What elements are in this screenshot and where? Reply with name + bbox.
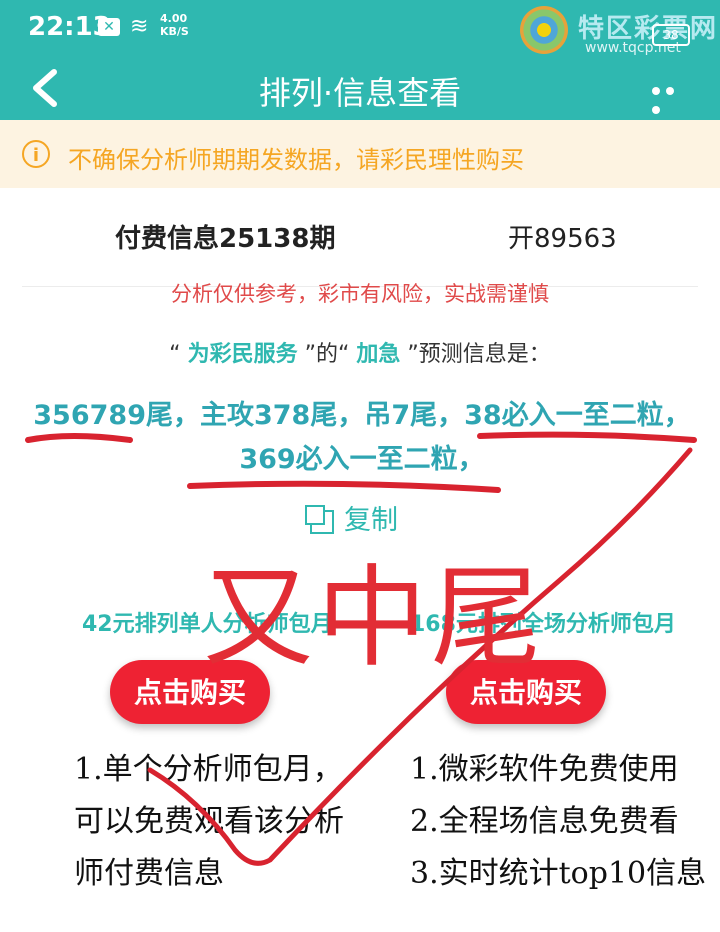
feature-item: 1.微彩软件免费使用 <box>410 752 679 787</box>
info-circle-icon: i <box>22 140 50 168</box>
predict-middle: ”的“ <box>304 342 350 367</box>
feature-item: 2.全程场信息免费看 <box>410 804 679 839</box>
feature-item: 师付费信息 <box>74 856 224 891</box>
analyst-name: 为彩民服务 <box>187 342 298 367</box>
period-label: 付费信息25138期 <box>115 224 336 254</box>
prediction-intro: “ 为彩民服务 ”的“ 加急 ”预测信息是： <box>0 336 720 368</box>
watermark-logo <box>520 6 568 54</box>
handwritten-annotation: 又中尾 <box>203 554 545 682</box>
notice-banner: i 不确保分析师期期发数据，请彩民理性购买 <box>0 120 720 188</box>
feature-item: 1.单个分析师包月， <box>74 752 343 787</box>
quote-open: “ <box>169 342 181 367</box>
feature-list-all: 1.微彩软件免费使用 2.全程场信息免费看 3.实时统计top10信息 <box>410 744 706 900</box>
urgent-tag: 加急 <box>356 342 401 367</box>
feature-item: 可以免费观看该分析 <box>74 804 344 839</box>
predict-suffix: ”预测信息是： <box>407 342 551 367</box>
page-title: 排列·信息查看 <box>258 74 462 112</box>
network-speed: 4.00 KB/S <box>160 12 189 38</box>
top-app-bar: 排列·信息查看 <box>0 56 720 120</box>
battery-icon: 38 <box>652 24 690 46</box>
wifi-icon: ≋ <box>130 14 149 39</box>
status-bar: 22:13 ✕ ≋ 4.00 KB/S 特区彩票网 www.tqcp.net 3… <box>0 0 720 56</box>
more-dots-icon[interactable] <box>652 80 692 114</box>
draw-result: 开89563 <box>508 224 617 254</box>
feature-list-single: 1.单个分析师包月， 可以免费观看该分析 师付费信息 <box>74 744 344 900</box>
risk-warning: 分析仅供参考，彩市有风险，实战需谨慎 <box>171 282 549 306</box>
notification-icon: ✕ <box>98 18 120 36</box>
notice-text: 不确保分析师期期发数据，请彩民理性购买 <box>68 146 524 174</box>
feature-item: 3.实时统计top10信息 <box>410 856 707 891</box>
prediction-text: 356789尾，主攻378尾，吊7尾，38必入一至二粒，369必入一至二粒， <box>33 400 691 475</box>
